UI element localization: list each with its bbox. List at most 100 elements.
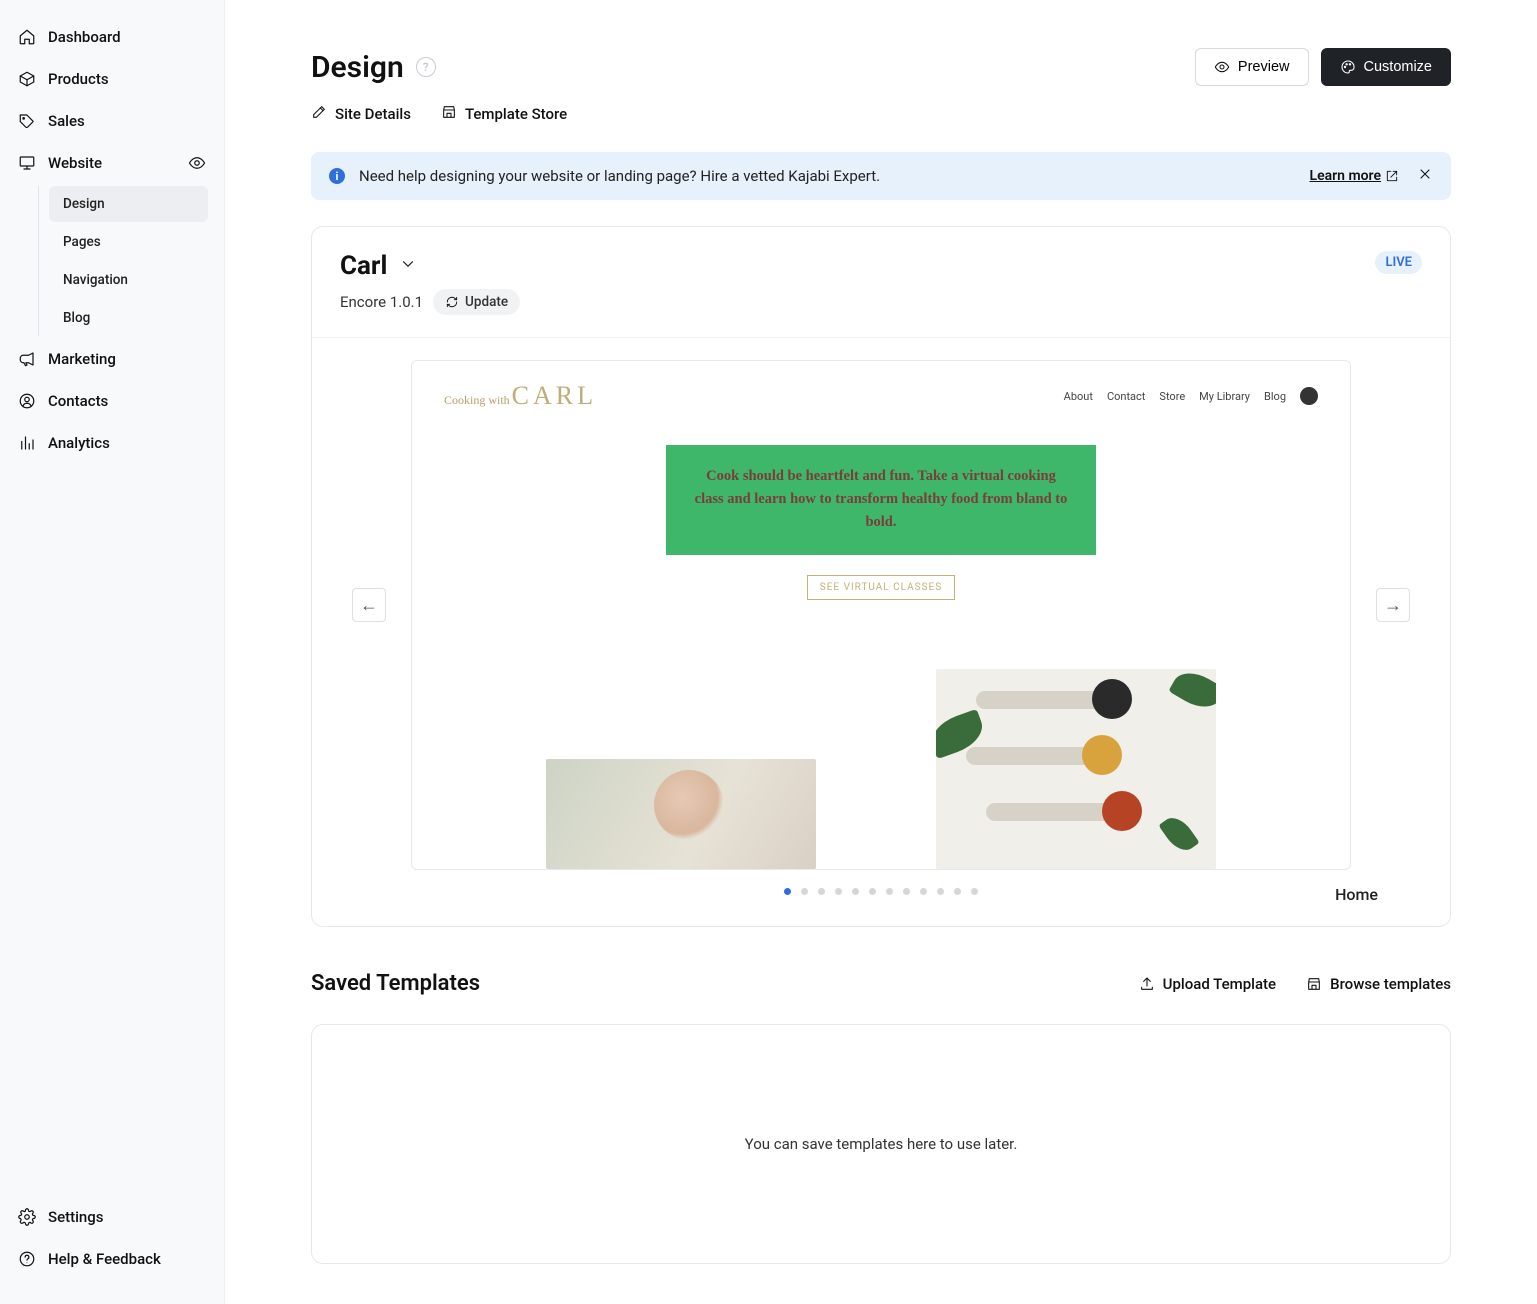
eye-icon[interactable]: [188, 154, 206, 172]
saved-templates-empty: You can save templates here to use later…: [311, 1024, 1451, 1264]
preview-images-row: [412, 630, 1350, 869]
sidebar-item-label: Products: [48, 70, 109, 88]
box-icon: [18, 70, 36, 88]
sidebar-item-label: Dashboard: [48, 28, 121, 46]
sidebar-item-label: Sales: [48, 112, 85, 130]
sidebar-item-help[interactable]: Help & Feedback: [8, 1238, 216, 1280]
empty-text: You can save templates here to use later…: [745, 1135, 1018, 1153]
preview-cta-button: SEE VIRTUAL CLASSES: [807, 575, 955, 600]
logo-script: Cooking with: [444, 393, 510, 408]
tab-label: Template Store: [465, 105, 567, 123]
carousel-dot[interactable]: [818, 888, 825, 895]
sidebar: Dashboard Products Sales Website Design …: [0, 0, 225, 1304]
update-theme-button[interactable]: Update: [433, 289, 520, 315]
carousel-dot[interactable]: [903, 888, 910, 895]
carousel-prev-button[interactable]: ←: [352, 588, 386, 622]
sidebar-item-contacts[interactable]: Contacts: [8, 380, 216, 422]
sidebar-item-marketing[interactable]: Marketing: [8, 338, 216, 380]
carousel-dot[interactable]: [954, 888, 961, 895]
avatar-icon: [1300, 387, 1318, 405]
site-preview-thumbnail[interactable]: Cooking with CARL About Contact Store My…: [411, 360, 1351, 870]
carousel-dot[interactable]: [784, 888, 791, 895]
sidebar-item-website[interactable]: Website: [8, 142, 216, 184]
browse-templates-button[interactable]: Browse templates: [1306, 975, 1451, 993]
eye-icon: [1214, 59, 1230, 75]
carousel-dot[interactable]: [869, 888, 876, 895]
store-icon: [1306, 976, 1322, 992]
upload-template-button[interactable]: Upload Template: [1139, 975, 1276, 993]
sidebar-subitem-blog[interactable]: Blog: [49, 300, 208, 336]
info-icon: i: [329, 168, 345, 184]
tab-template-store[interactable]: Template Store: [441, 104, 567, 124]
sidebar-item-label: Contacts: [48, 392, 108, 410]
preview-hero-text: Cook should be heartfelt and fun. Take a…: [666, 445, 1096, 555]
sidebar-item-label: Analytics: [48, 434, 110, 452]
carousel-dot[interactable]: [801, 888, 808, 895]
info-banner: i Need help designing your website or la…: [311, 152, 1451, 200]
sidebar-subitem-design[interactable]: Design: [49, 186, 208, 222]
pill-label: Update: [465, 294, 508, 310]
chevron-down-icon: [399, 255, 417, 278]
preview-nav-item: My Library: [1199, 390, 1250, 403]
pencil-icon: [311, 104, 327, 124]
preview-nav-item: Store: [1159, 390, 1185, 403]
button-label: Customize: [1364, 59, 1433, 75]
sidebar-website-subnav: Design Pages Navigation Blog: [38, 186, 216, 336]
sidebar-subitem-navigation[interactable]: Navigation: [49, 262, 208, 298]
help-icon: [18, 1250, 36, 1268]
carousel-dot[interactable]: [937, 888, 944, 895]
close-banner-button[interactable]: [1417, 166, 1433, 186]
tag-icon: [18, 112, 36, 130]
preview-nav-item: Blog: [1264, 390, 1286, 403]
site-name: Carl: [340, 251, 387, 281]
sidebar-item-label: Marketing: [48, 350, 116, 368]
button-label: Browse templates: [1330, 975, 1451, 993]
help-tooltip-icon[interactable]: ?: [416, 57, 436, 77]
customize-button[interactable]: Customize: [1321, 48, 1452, 86]
carousel-dot[interactable]: [852, 888, 859, 895]
preview-image-spices: [936, 669, 1216, 869]
link-label: Learn more: [1310, 168, 1381, 184]
status-badge: LIVE: [1375, 251, 1422, 274]
upload-icon: [1139, 976, 1155, 992]
saved-templates-title: Saved Templates: [311, 971, 480, 996]
logo-text: CARL: [512, 381, 597, 411]
banner-text: Need help designing your website or land…: [359, 167, 880, 185]
button-label: Upload Template: [1163, 975, 1276, 993]
page-title: Design: [311, 50, 404, 85]
carousel-dot[interactable]: [835, 888, 842, 895]
gear-icon: [18, 1208, 36, 1226]
site-design-card: Carl Encore 1.0.1 Update LIVE ← →: [311, 226, 1451, 927]
megaphone-icon: [18, 350, 36, 368]
carousel-next-button[interactable]: →: [1376, 588, 1410, 622]
sidebar-item-products[interactable]: Products: [8, 58, 216, 100]
carousel-dot[interactable]: [886, 888, 893, 895]
carousel-dot[interactable]: [920, 888, 927, 895]
sidebar-item-sales[interactable]: Sales: [8, 100, 216, 142]
sidebar-item-settings[interactable]: Settings: [8, 1196, 216, 1238]
tab-label: Site Details: [335, 105, 411, 123]
current-page-label: Home: [334, 885, 1428, 904]
main-content: Design ? Preview Customize Site Details: [225, 0, 1537, 1304]
palette-icon: [1340, 59, 1356, 75]
preview-button[interactable]: Preview: [1195, 48, 1309, 86]
preview-site-nav: About Contact Store My Library Blog: [1064, 387, 1318, 405]
preview-image-cooking: [546, 759, 816, 869]
sidebar-item-label: Website: [48, 154, 102, 172]
sidebar-item-label: Help & Feedback: [48, 1250, 161, 1268]
tab-site-details[interactable]: Site Details: [311, 104, 411, 124]
sidebar-item-label: Settings: [48, 1208, 104, 1226]
learn-more-link[interactable]: Learn more: [1310, 168, 1399, 184]
user-icon: [18, 392, 36, 410]
carousel-dot[interactable]: [971, 888, 978, 895]
theme-version: Encore 1.0.1: [340, 293, 423, 311]
site-name-dropdown[interactable]: Carl: [340, 251, 520, 281]
sidebar-subitem-pages[interactable]: Pages: [49, 224, 208, 260]
store-icon: [441, 104, 457, 124]
sidebar-item-analytics[interactable]: Analytics: [8, 422, 216, 464]
preview-nav-item: About: [1064, 390, 1093, 403]
sidebar-item-dashboard[interactable]: Dashboard: [8, 16, 216, 58]
preview-logo: Cooking with CARL: [444, 381, 597, 411]
preview-site-header: Cooking with CARL About Contact Store My…: [412, 361, 1350, 431]
button-label: Preview: [1238, 59, 1290, 75]
